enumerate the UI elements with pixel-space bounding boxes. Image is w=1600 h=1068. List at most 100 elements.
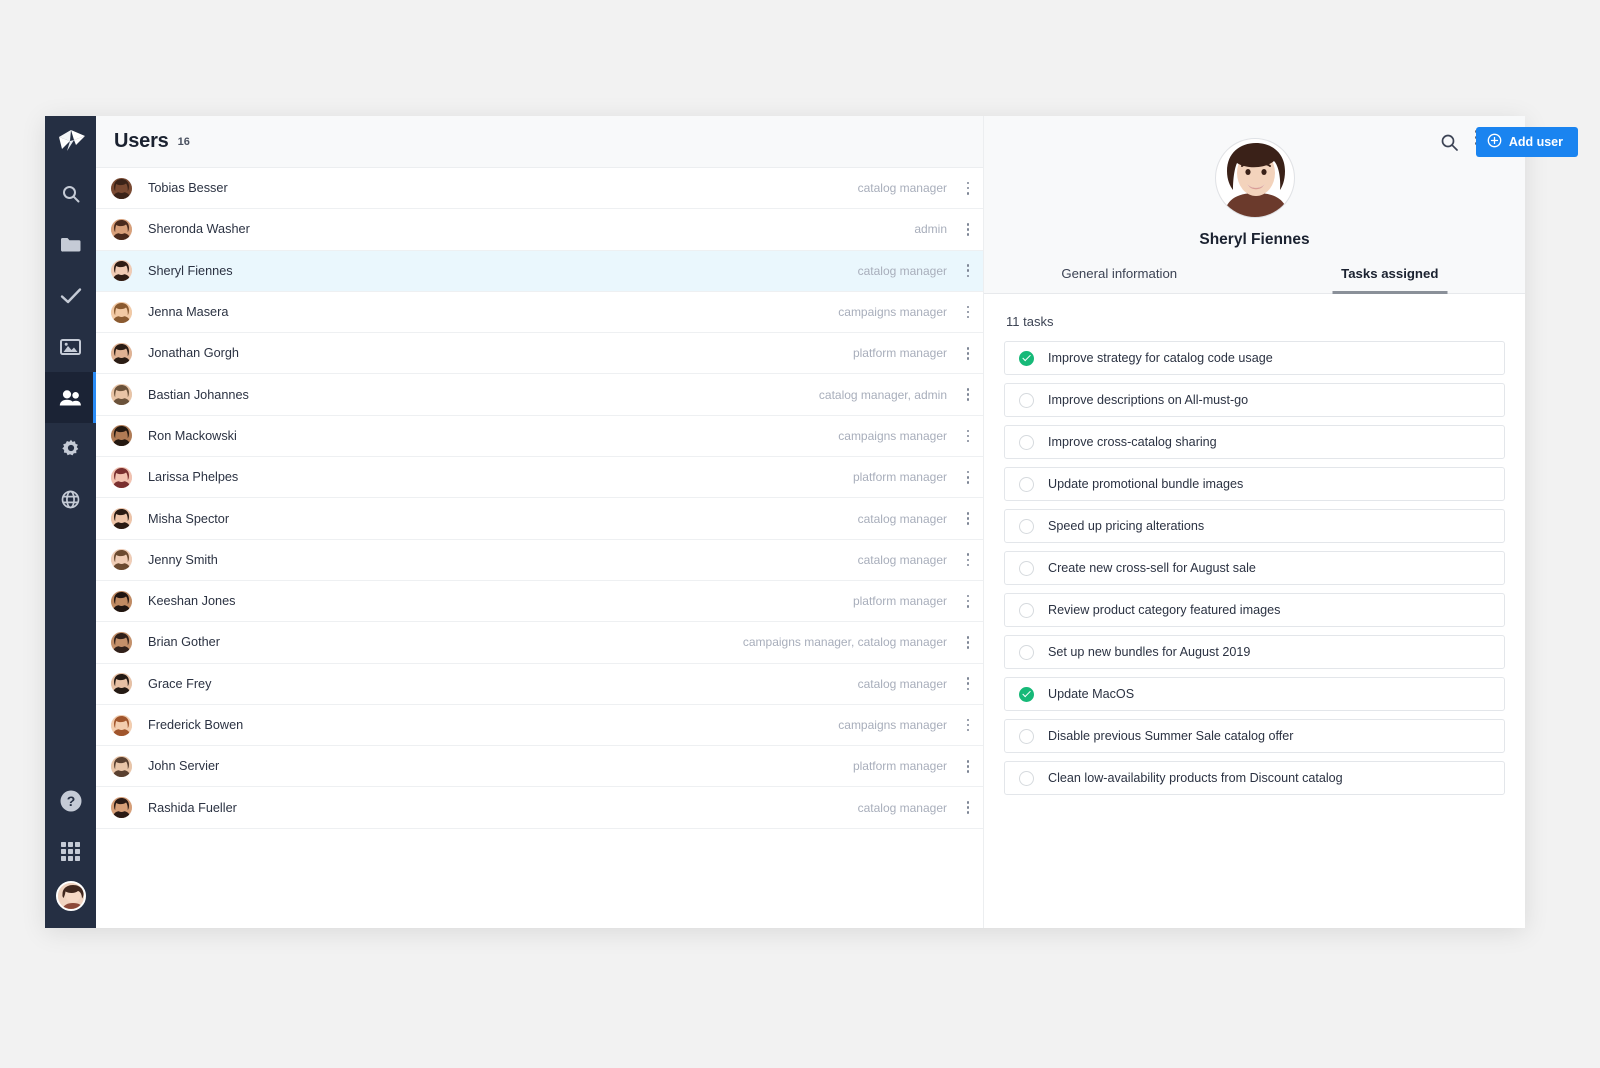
task-unchecked-icon[interactable] xyxy=(1019,728,1034,744)
user-name: Bastian Johannes xyxy=(148,387,249,402)
table-row[interactable]: Misha Spector catalog manager xyxy=(96,498,983,540)
tasks-count-label: 11 tasks xyxy=(1006,314,1054,329)
row-more-icon[interactable] xyxy=(953,677,983,691)
table-row[interactable]: Bastian Johannes catalog manager, admin xyxy=(96,374,983,416)
user-role: catalog manager xyxy=(857,181,947,196)
list-item[interactable]: Speed up pricing alterations xyxy=(1004,509,1505,543)
sidebar-item-help[interactable]: ? xyxy=(45,775,96,826)
row-more-icon[interactable] xyxy=(953,801,983,814)
list-item[interactable]: Review product category featured images xyxy=(1004,593,1505,627)
table-row[interactable]: Sheronda Washer admin xyxy=(96,209,983,251)
user-role: catalog manager xyxy=(857,676,947,691)
list-item[interactable]: Improve cross-catalog sharing xyxy=(1004,425,1505,459)
task-unchecked-icon[interactable] xyxy=(1019,434,1034,450)
page-header: Users 16 xyxy=(96,116,983,168)
task-unchecked-icon[interactable] xyxy=(1019,560,1034,576)
task-unchecked-icon[interactable] xyxy=(1019,644,1034,660)
task-unchecked-icon[interactable] xyxy=(1019,602,1034,618)
table-row[interactable]: Frederick Bowen campaigns manager xyxy=(96,705,983,747)
table-row[interactable]: Grace Frey catalog manager xyxy=(96,664,983,705)
row-more-icon[interactable] xyxy=(953,718,983,732)
table-row[interactable]: Rashida Fueller catalog manager xyxy=(96,787,983,829)
list-item[interactable]: Set up new bundles for August 2019 xyxy=(1004,635,1505,669)
table-row[interactable]: Jonathan Gorgh platform manager xyxy=(96,333,983,375)
row-more-icon[interactable] xyxy=(953,512,983,525)
task-label: Speed up pricing alterations xyxy=(1048,519,1205,533)
list-item[interactable]: Create new cross-sell for August sale xyxy=(1004,551,1505,585)
sidebar-item-tasks[interactable] xyxy=(45,270,96,321)
task-checked-icon[interactable] xyxy=(1019,686,1034,702)
detail-avatar xyxy=(1214,138,1295,218)
row-more-icon[interactable] xyxy=(953,223,983,236)
row-more-icon[interactable] xyxy=(953,759,983,773)
table-row[interactable]: Sheryl Fiennes catalog manager xyxy=(96,250,983,292)
add-user-button[interactable]: Add user xyxy=(1475,127,1578,157)
add-user-label: Add user xyxy=(1508,135,1563,149)
task-unchecked-icon[interactable] xyxy=(1019,392,1034,408)
row-more-icon[interactable] xyxy=(953,636,983,649)
task-label: Set up new bundles for August 2019 xyxy=(1048,645,1251,659)
avatar xyxy=(111,425,132,447)
list-item[interactable]: Improve strategy for catalog code usage xyxy=(1004,341,1505,375)
table-row[interactable]: Jenna Masera campaigns manager xyxy=(96,292,983,334)
user-role: catalog manager xyxy=(857,552,947,567)
sidebar-item-search[interactable] xyxy=(45,168,96,219)
table-row[interactable]: Tobias Besser catalog manager xyxy=(96,168,983,210)
row-more-icon[interactable] xyxy=(953,429,983,443)
row-more-icon[interactable] xyxy=(953,181,983,195)
gear-icon xyxy=(61,439,81,459)
table-row[interactable]: Keeshan Jones platform manager xyxy=(96,581,983,623)
task-unchecked-icon[interactable] xyxy=(1019,476,1034,492)
detail-user-name: Sheryl Fiennes xyxy=(1199,231,1310,248)
origami-logo-icon[interactable] xyxy=(45,116,96,168)
page-title: Users xyxy=(114,130,169,152)
avatar xyxy=(111,797,132,819)
row-more-icon[interactable] xyxy=(953,388,983,402)
users-list-panel: Users 16 Tobias Besser catalog manager Sh… xyxy=(96,116,984,928)
user-role: catalog manager, admin xyxy=(818,387,947,402)
tasks-list: Improve strategy for catalog code usage I… xyxy=(984,341,1525,795)
avatar xyxy=(111,260,132,282)
search-icon[interactable] xyxy=(1441,134,1458,151)
avatar xyxy=(111,631,132,653)
sidebar-item-globe[interactable] xyxy=(45,474,96,525)
user-role: platform manager xyxy=(852,470,947,485)
task-label: Update promotional bundle images xyxy=(1048,477,1244,491)
task-unchecked-icon[interactable] xyxy=(1019,518,1034,534)
user-name: Sheryl Fiennes xyxy=(148,263,233,278)
row-more-icon[interactable] xyxy=(953,264,983,278)
list-item[interactable]: Clean low-availability products from Dis… xyxy=(1004,761,1505,795)
sidebar-item-media[interactable] xyxy=(45,321,96,372)
task-unchecked-icon[interactable] xyxy=(1019,770,1034,786)
table-row[interactable]: John Servier platform manager xyxy=(96,746,983,788)
list-item[interactable]: Update promotional bundle images xyxy=(1004,467,1505,501)
user-name: Rashida Fueller xyxy=(148,800,237,815)
sidebar-item-users[interactable] xyxy=(45,372,96,423)
user-name: Misha Spector xyxy=(148,511,230,526)
table-row[interactable]: Larissa Phelpes platform manager xyxy=(96,457,983,499)
row-more-icon[interactable] xyxy=(953,594,983,608)
avatar xyxy=(111,549,132,571)
table-row[interactable]: Ron Mackowski campaigns manager xyxy=(96,416,983,458)
avatar xyxy=(111,177,132,199)
user-detail-panel: Sheryl Fiennes General information Tasks … xyxy=(984,116,1525,928)
sidebar-item-apps[interactable] xyxy=(45,826,96,877)
row-more-icon[interactable] xyxy=(953,305,983,319)
tab-general-information[interactable]: General information xyxy=(984,266,1255,293)
help-icon: ? xyxy=(59,789,83,813)
table-row[interactable]: Jenny Smith catalog manager xyxy=(96,540,983,581)
tab-tasks-assigned[interactable]: Tasks assigned xyxy=(1255,266,1526,293)
sidebar-item-folders[interactable] xyxy=(45,219,96,270)
list-item[interactable]: Update MacOS xyxy=(1004,677,1505,711)
list-item[interactable]: Disable previous Summer Sale catalog off… xyxy=(1004,719,1505,753)
task-checked-icon[interactable] xyxy=(1019,350,1034,366)
row-more-icon[interactable] xyxy=(953,470,983,484)
sidebar-current-user-avatar[interactable] xyxy=(45,877,96,928)
row-more-icon[interactable] xyxy=(953,553,983,567)
list-item[interactable]: Improve descriptions on All-must-go xyxy=(1004,383,1505,417)
sidebar-item-settings[interactable] xyxy=(45,423,96,474)
table-row[interactable]: Brian Gother campaigns manager, catalog m… xyxy=(96,622,983,664)
row-more-icon[interactable] xyxy=(953,346,983,360)
task-label: Update MacOS xyxy=(1048,687,1135,701)
detail-tabs: General information Tasks assigned xyxy=(984,266,1525,293)
